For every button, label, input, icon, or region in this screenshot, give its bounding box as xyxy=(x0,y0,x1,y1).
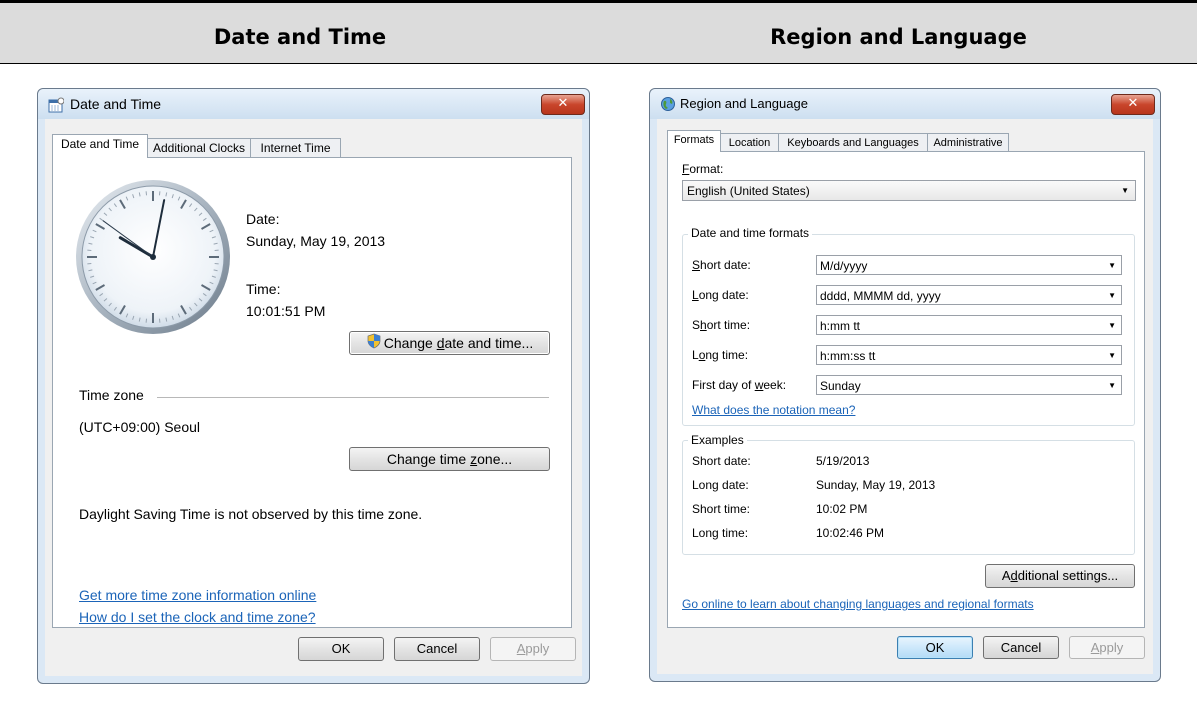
change-time-zone-label-a: Change time xyxy=(386,451,471,467)
time-label: Time: xyxy=(246,281,281,297)
notation-help-link[interactable]: What does the notation mean? xyxy=(692,403,855,417)
format-label: Format: xyxy=(682,162,724,176)
header-bottom-rule xyxy=(0,63,1197,64)
chevron-down-icon: ▼ xyxy=(1108,351,1116,360)
window-title: Date and Time xyxy=(70,96,162,112)
chevron-down-icon: ▼ xyxy=(1108,321,1116,330)
tab-internet-time[interactable]: Internet Time xyxy=(250,138,341,158)
tab-administrative[interactable]: Administrative xyxy=(927,133,1009,152)
more-time-zone-info-link[interactable]: Get more time zone information online xyxy=(79,587,316,603)
additional-settings-button[interactable]: Additional settings... xyxy=(985,564,1135,588)
tab-additional-clocks[interactable]: Additional Clocks xyxy=(147,138,251,158)
date-label: Date: xyxy=(246,211,280,227)
client-area: Formats Location Keyboards and Languages… xyxy=(657,119,1153,674)
chevron-down-icon: ▼ xyxy=(1108,381,1116,390)
uac-shield-icon xyxy=(366,333,382,356)
long-time-dropdown[interactable]: h:mm:ss tt ▼ xyxy=(816,345,1122,365)
format-dropdown[interactable]: English (United States) ▼ xyxy=(682,180,1136,201)
chevron-down-icon: ▼ xyxy=(1108,291,1116,300)
apply-button[interactable]: Apply xyxy=(1069,636,1145,659)
example-short-time-label: Short time: xyxy=(692,502,751,516)
short-date-label: Short date: xyxy=(692,258,751,272)
tab-date-and-time[interactable]: Date and Time xyxy=(52,134,148,158)
example-short-time-value: 10:02 PM xyxy=(816,502,868,516)
region-language-window: Region and Language ✕ Formats Location K… xyxy=(649,88,1161,682)
tab-keyboards-languages[interactable]: Keyboards and Languages xyxy=(778,133,928,152)
header-row: Date and Time Region and Language xyxy=(0,3,1197,63)
title-bar[interactable]: Region and Language ✕ xyxy=(650,89,1160,119)
example-short-date-value: 5/19/2013 xyxy=(816,454,870,468)
tab-formats[interactable]: Formats xyxy=(667,130,721,152)
ok-button[interactable]: OK xyxy=(897,636,973,659)
change-time-zone-button[interactable]: Change time zone... xyxy=(349,447,550,471)
change-date-time-label-a: Change xyxy=(383,335,437,351)
long-date-label: Long date: xyxy=(692,288,749,302)
long-date-value: dddd, MMMM dd, yyyy xyxy=(820,289,941,303)
first-day-label: First day of week: xyxy=(692,378,787,392)
tab-panel: Date: Sunday, May 19, 2013 Time: 10:01:5… xyxy=(52,157,572,628)
additional-settings-label-b: d xyxy=(1010,568,1018,583)
apply-label-b: pply xyxy=(525,641,550,656)
cancel-button[interactable]: Cancel xyxy=(394,637,480,661)
long-time-value: h:mm:ss tt xyxy=(820,349,876,363)
change-date-time-button[interactable]: Change date and time... xyxy=(349,331,550,355)
analog-clock xyxy=(73,177,233,342)
date-value: Sunday, May 19, 2013 xyxy=(246,233,386,249)
online-languages-link[interactable]: Go online to learn about changing langua… xyxy=(682,597,1034,611)
chevron-down-icon: ▼ xyxy=(1108,261,1116,270)
change-date-time-label-b: d xyxy=(436,335,445,351)
time-value: 10:01:51 PM xyxy=(246,303,326,319)
example-long-time-label: Long time: xyxy=(692,526,749,540)
apply-button[interactable]: Apply xyxy=(490,637,576,661)
short-time-dropdown[interactable]: h:mm tt ▼ xyxy=(816,315,1122,335)
dst-note: Daylight Saving Time is not observed by … xyxy=(79,506,423,522)
long-time-label: Long time: xyxy=(692,348,749,362)
example-short-date-label: Short date: xyxy=(692,454,751,468)
date-time-window: Date and Time ✕ Date and Time Additional… xyxy=(37,88,590,684)
short-time-value: h:mm tt xyxy=(820,319,861,333)
additional-settings-label-c: ditional settings... xyxy=(1017,568,1119,583)
short-date-value: M/d/yyyy xyxy=(820,259,868,273)
short-time-label: Short time: xyxy=(692,318,751,332)
window-title: Region and Language xyxy=(680,96,808,111)
format-value: English (United States) xyxy=(687,184,810,198)
date-time-formats-label: Date and time formats xyxy=(688,226,813,240)
cancel-button[interactable]: Cancel xyxy=(983,636,1059,659)
how-to-set-clock-link[interactable]: How do I set the clock and time zone? xyxy=(79,609,316,625)
time-zone-divider xyxy=(157,397,549,398)
change-date-time-label-c: ate and time... xyxy=(444,335,534,351)
apply-label-b: pply xyxy=(1099,640,1124,655)
header-region-language: Region and Language xyxy=(770,25,1027,49)
examples-label: Examples xyxy=(688,433,747,447)
header-date-time: Date and Time xyxy=(213,25,387,49)
first-day-value: Sunday xyxy=(820,379,861,393)
short-date-dropdown[interactable]: M/d/yyyy ▼ xyxy=(816,255,1122,275)
example-long-date-label: Long date: xyxy=(692,478,749,492)
title-bar[interactable]: Date and Time ✕ xyxy=(38,89,589,119)
close-button[interactable]: ✕ xyxy=(541,94,585,115)
client-area: Date and Time Additional Clocks Internet… xyxy=(45,119,582,676)
calendar-clock-icon xyxy=(48,97,65,113)
time-zone-value: (UTC+09:00) Seoul xyxy=(79,419,201,435)
time-zone-group-label: Time zone xyxy=(79,387,144,403)
long-date-dropdown[interactable]: dddd, MMMM dd, yyyy ▼ xyxy=(816,285,1122,305)
close-button[interactable]: ✕ xyxy=(1111,94,1155,115)
globe-icon xyxy=(660,96,676,112)
example-long-time-value: 10:02:46 PM xyxy=(816,526,885,540)
first-day-dropdown[interactable]: Sunday ▼ xyxy=(816,375,1122,395)
tab-panel: Format: English (United States) ▼ Date a… xyxy=(667,151,1145,628)
tab-location[interactable]: Location xyxy=(720,133,779,152)
example-long-date-value: Sunday, May 19, 2013 xyxy=(816,478,936,492)
change-time-zone-label-c: one... xyxy=(477,451,513,467)
ok-button[interactable]: OK xyxy=(298,637,384,661)
chevron-down-icon: ▼ xyxy=(1121,186,1129,195)
